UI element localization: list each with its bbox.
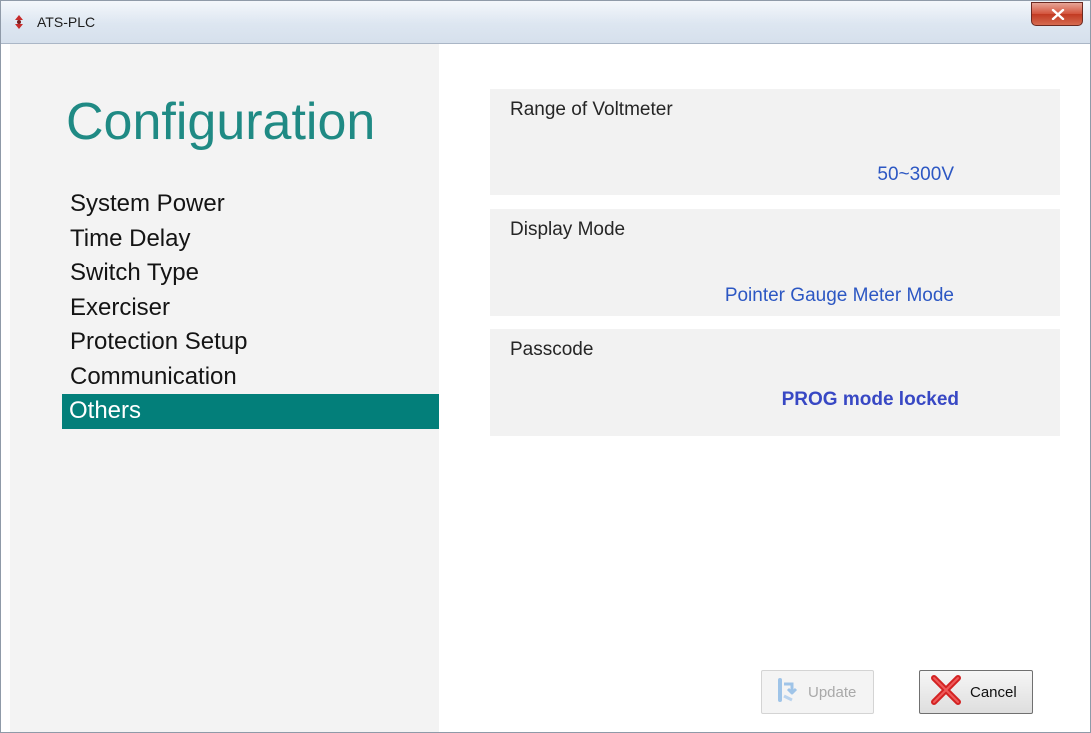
update-button-label: Update: [808, 683, 857, 701]
sidebar-item-time-delay[interactable]: Time Delay: [62, 222, 439, 257]
passcode-value[interactable]: PROG mode locked: [782, 389, 959, 411]
sidebar: Configuration System Power Time Delay Sw…: [10, 44, 439, 732]
close-icon: [1051, 9, 1065, 20]
sidebar-item-exerciser[interactable]: Exerciser: [62, 291, 439, 326]
update-button[interactable]: Update: [761, 670, 874, 714]
ats-plc-window: ATS-PLC Configuration System Power Time …: [0, 0, 1091, 733]
passcode-label: Passcode: [510, 339, 594, 360]
passcode-panel: Passcode PROG mode locked: [490, 329, 1060, 436]
sidebar-item-protection-setup[interactable]: Protection Setup: [62, 325, 439, 360]
sidebar-item-others[interactable]: Others: [62, 394, 439, 429]
display-mode-value[interactable]: Pointer Gauge Meter Mode: [725, 285, 954, 307]
cancel-x-icon: [930, 675, 962, 709]
display-mode-panel: Display Mode Pointer Gauge Meter Mode: [490, 209, 1060, 316]
cancel-button[interactable]: Cancel: [919, 670, 1033, 714]
voltmeter-range-value[interactable]: 50~300V: [877, 164, 954, 186]
sidebar-item-system-power[interactable]: System Power: [62, 187, 439, 222]
sidebar-nav: System Power Time Delay Switch Type Exer…: [62, 187, 439, 429]
page-title: Configuration: [66, 93, 376, 151]
update-icon: [776, 678, 798, 706]
display-mode-label: Display Mode: [510, 219, 626, 240]
title-bar[interactable]: ATS-PLC: [1, 1, 1090, 44]
voltmeter-range-panel: Range of Voltmeter 50~300V: [490, 89, 1060, 195]
cancel-button-label: Cancel: [970, 683, 1017, 701]
close-button[interactable]: [1031, 2, 1083, 26]
window-title: ATS-PLC: [37, 14, 96, 30]
app-icon: [11, 14, 27, 30]
voltmeter-range-label: Range of Voltmeter: [510, 99, 673, 120]
sidebar-item-switch-type[interactable]: Switch Type: [62, 256, 439, 291]
sidebar-item-communication[interactable]: Communication: [62, 360, 439, 395]
